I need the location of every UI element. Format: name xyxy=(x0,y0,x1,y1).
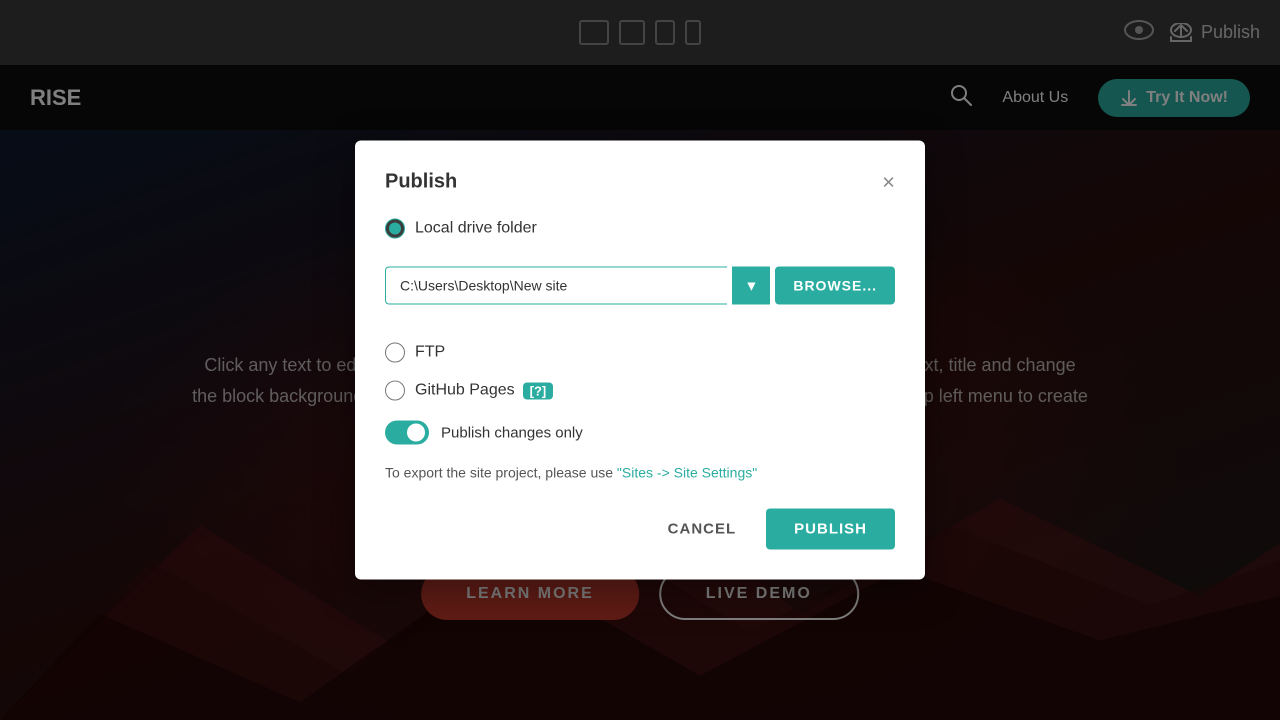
dialog-footer: CANCEL PUBLISH xyxy=(385,509,895,550)
ftp-radio[interactable] xyxy=(385,343,405,363)
site-settings-link[interactable]: "Sites -> Site Settings" xyxy=(617,465,757,481)
local-drive-radio[interactable] xyxy=(385,219,405,239)
github-pages-label: GitHub Pages xyxy=(415,382,515,400)
publish-options: Local drive folder ▼ BROWSE... FTP GitHu… xyxy=(385,219,895,401)
local-drive-option[interactable]: Local drive folder xyxy=(385,219,895,239)
path-row: ▼ BROWSE... xyxy=(385,267,895,305)
github-label-wrap: GitHub Pages [?] xyxy=(415,382,553,400)
toggle-label: Publish changes only xyxy=(441,424,583,441)
export-note-text: To export the site project, please use xyxy=(385,465,617,481)
dialog-header: Publish × xyxy=(385,171,895,194)
cancel-button[interactable]: CANCEL xyxy=(653,511,752,548)
toggle-row: Publish changes only xyxy=(385,421,895,445)
toggle-slider xyxy=(385,421,429,445)
browse-button[interactable]: BROWSE... xyxy=(775,267,895,305)
close-button[interactable]: × xyxy=(882,171,895,193)
ftp-label: FTP xyxy=(415,344,445,362)
help-badge[interactable]: [?] xyxy=(523,382,554,399)
publish-dialog: Publish × Local drive folder ▼ BROWSE...… xyxy=(355,141,925,580)
ftp-option[interactable]: FTP xyxy=(385,343,895,363)
export-note: To export the site project, please use "… xyxy=(385,465,895,481)
local-drive-label: Local drive folder xyxy=(415,220,537,238)
publish-dialog-button[interactable]: PUBLISH xyxy=(766,509,895,550)
dialog-title: Publish xyxy=(385,171,457,194)
path-dropdown-button[interactable]: ▼ xyxy=(732,267,770,305)
path-input[interactable] xyxy=(385,267,727,305)
github-pages-option[interactable]: GitHub Pages [?] xyxy=(385,381,895,401)
publish-changes-toggle[interactable] xyxy=(385,421,429,445)
github-pages-radio[interactable] xyxy=(385,381,405,401)
